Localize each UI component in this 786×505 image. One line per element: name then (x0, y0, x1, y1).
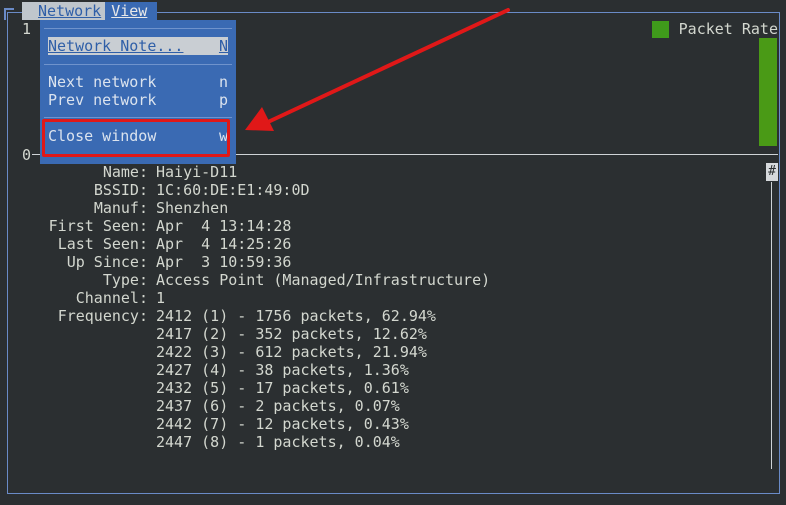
arrow-annotation (245, 8, 510, 131)
kismet-window: Network View 1 0 Packet Rate Name: Haiyi-… (0, 0, 786, 505)
